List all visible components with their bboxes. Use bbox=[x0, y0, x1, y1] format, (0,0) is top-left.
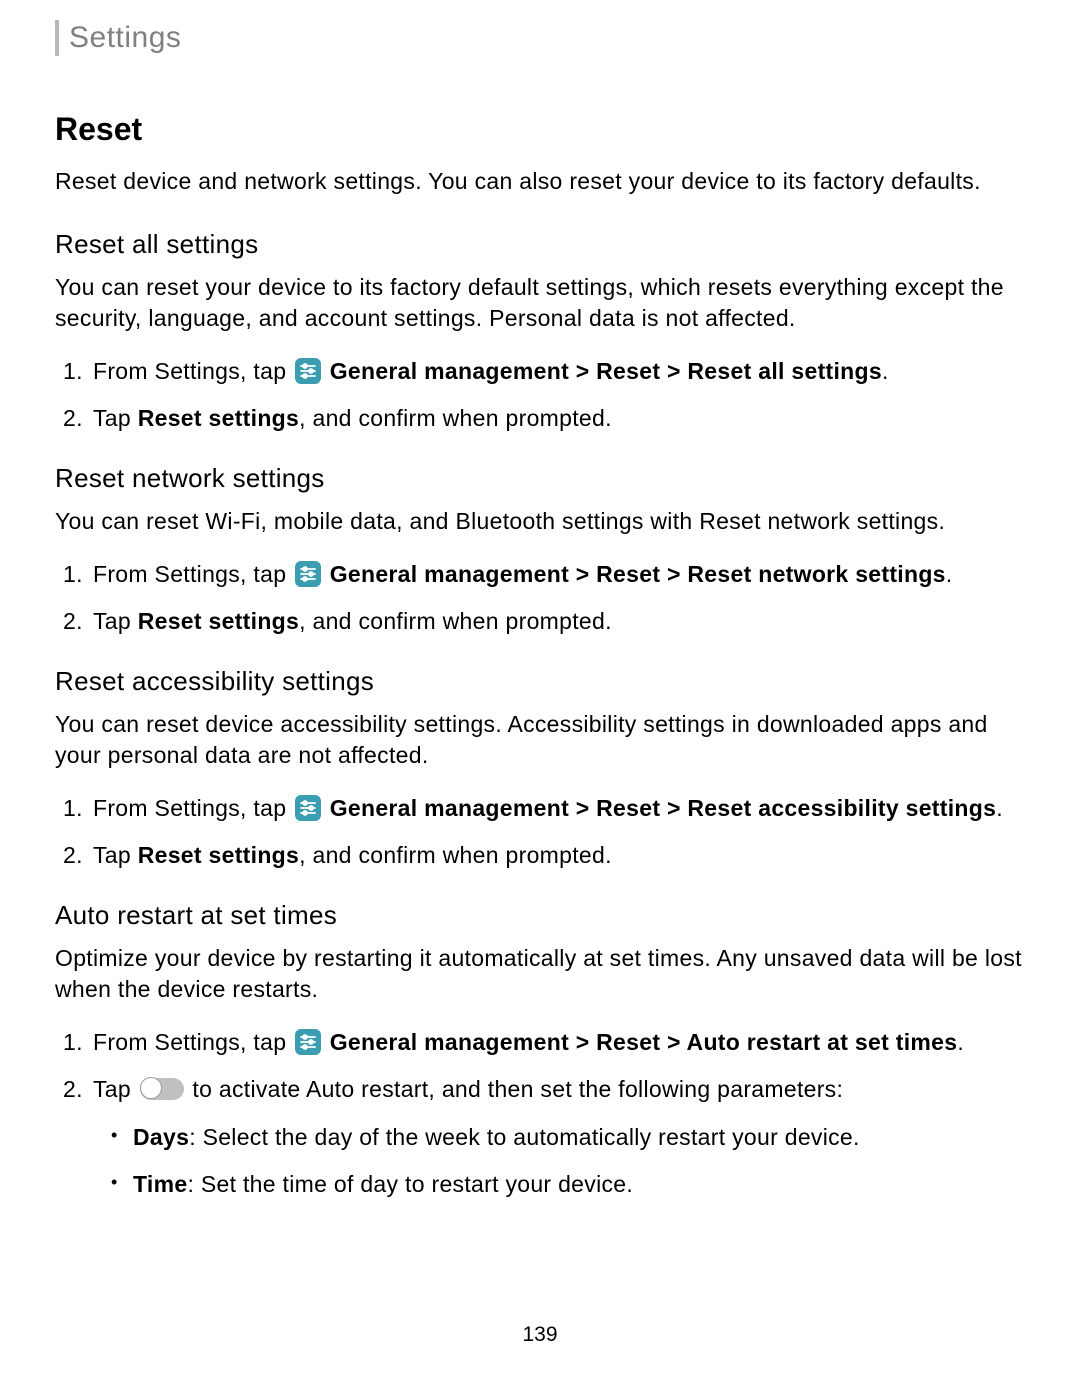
settings-sliders-icon bbox=[295, 795, 321, 821]
parameter-item: • Time: Set the time of day to restart y… bbox=[133, 1167, 1025, 1202]
step-text-suffix: , and confirm when prompted. bbox=[299, 405, 612, 431]
list-number: 2. bbox=[63, 401, 83, 436]
step-text-suffix: . bbox=[996, 795, 1003, 821]
page-header: Settings bbox=[55, 20, 1025, 56]
parameter-text: : Set the time of day to restart your de… bbox=[187, 1171, 633, 1197]
section-heading: Reset all settings bbox=[55, 229, 1025, 260]
bullet-icon: • bbox=[111, 1169, 118, 1196]
settings-sliders-icon bbox=[295, 1029, 321, 1055]
settings-sliders-icon bbox=[295, 358, 321, 384]
step-text-suffix: . bbox=[957, 1029, 964, 1055]
step-text-prefix: From Settings, tap bbox=[93, 561, 293, 587]
step-item: 1. From Settings, tap General management… bbox=[93, 354, 1025, 389]
section-description: Optimize your device by restarting it au… bbox=[55, 943, 1025, 1005]
step-text-prefix: Tap bbox=[93, 842, 138, 868]
step-text-prefix: Tap bbox=[93, 1076, 138, 1102]
step-text-prefix: From Settings, tap bbox=[93, 795, 293, 821]
section-reset-network-settings: Reset network settings You can reset Wi-… bbox=[55, 463, 1025, 638]
section-auto-restart: Auto restart at set times Optimize your … bbox=[55, 900, 1025, 1201]
step-text-bold: General management > Reset > Reset acces… bbox=[330, 795, 997, 821]
parameter-list: • Days: Select the day of the week to au… bbox=[93, 1120, 1025, 1201]
step-item: 2. Tap Reset settings, and confirm when … bbox=[93, 838, 1025, 873]
list-number: 1. bbox=[63, 1025, 83, 1060]
step-text-suffix: to activate Auto restart, and then set t… bbox=[192, 1076, 843, 1102]
parameter-item: • Days: Select the day of the week to au… bbox=[133, 1120, 1025, 1155]
step-item: 1. From Settings, tap General management… bbox=[93, 1025, 1025, 1060]
step-text-prefix: From Settings, tap bbox=[93, 358, 293, 384]
settings-sliders-icon bbox=[295, 561, 321, 587]
section-reset-accessibility-settings: Reset accessibility settings You can res… bbox=[55, 666, 1025, 872]
step-text-suffix: , and confirm when prompted. bbox=[299, 842, 612, 868]
steps-list: 1. From Settings, tap General management… bbox=[55, 1025, 1025, 1201]
step-item: 1. From Settings, tap General management… bbox=[93, 791, 1025, 826]
step-text-bold: General management > Reset > Reset all s… bbox=[330, 358, 882, 384]
step-text-bold: Reset settings bbox=[138, 842, 299, 868]
steps-list: 1. From Settings, tap General management… bbox=[55, 354, 1025, 435]
step-text-suffix: . bbox=[946, 561, 953, 587]
parameter-label: Time bbox=[133, 1171, 187, 1197]
header-accent-bar bbox=[55, 20, 59, 56]
step-text-bold: Reset settings bbox=[138, 608, 299, 634]
step-item: 2. Tap to activate Auto restart, and the… bbox=[93, 1072, 1025, 1202]
parameter-label: Days bbox=[133, 1124, 189, 1150]
list-number: 1. bbox=[63, 354, 83, 389]
bullet-icon: • bbox=[111, 1122, 118, 1149]
step-item: 2. Tap Reset settings, and confirm when … bbox=[93, 401, 1025, 436]
step-text-prefix: Tap bbox=[93, 405, 138, 431]
page-number: 139 bbox=[522, 1323, 557, 1347]
section-description: You can reset your device to its factory… bbox=[55, 272, 1025, 334]
parameter-text: : Select the day of the week to automati… bbox=[189, 1124, 860, 1150]
step-text-prefix: Tap bbox=[93, 608, 138, 634]
step-text-bold: General management > Reset > Reset netwo… bbox=[330, 561, 946, 587]
list-number: 2. bbox=[63, 838, 83, 873]
page-title: Reset bbox=[55, 111, 1025, 148]
section-heading: Reset network settings bbox=[55, 463, 1025, 494]
list-number: 1. bbox=[63, 791, 83, 826]
section-reset-all-settings: Reset all settings You can reset your de… bbox=[55, 229, 1025, 435]
list-number: 1. bbox=[63, 557, 83, 592]
toggle-switch-icon bbox=[140, 1077, 184, 1101]
list-number: 2. bbox=[63, 1072, 83, 1107]
section-heading: Reset accessibility settings bbox=[55, 666, 1025, 697]
section-description: You can reset device accessibility setti… bbox=[55, 709, 1025, 771]
steps-list: 1. From Settings, tap General management… bbox=[55, 557, 1025, 638]
step-text-suffix: . bbox=[882, 358, 889, 384]
breadcrumb-title: Settings bbox=[69, 21, 181, 55]
steps-list: 1. From Settings, tap General management… bbox=[55, 791, 1025, 872]
section-description: You can reset Wi-Fi, mobile data, and Bl… bbox=[55, 506, 1025, 537]
step-text-suffix: , and confirm when prompted. bbox=[299, 608, 612, 634]
step-text-bold: Reset settings bbox=[138, 405, 299, 431]
step-text-bold: General management > Reset > Auto restar… bbox=[330, 1029, 958, 1055]
step-item: 1. From Settings, tap General management… bbox=[93, 557, 1025, 592]
step-text-prefix: From Settings, tap bbox=[93, 1029, 293, 1055]
list-number: 2. bbox=[63, 604, 83, 639]
intro-text: Reset device and network settings. You c… bbox=[55, 166, 1025, 197]
section-heading: Auto restart at set times bbox=[55, 900, 1025, 931]
step-item: 2. Tap Reset settings, and confirm when … bbox=[93, 604, 1025, 639]
